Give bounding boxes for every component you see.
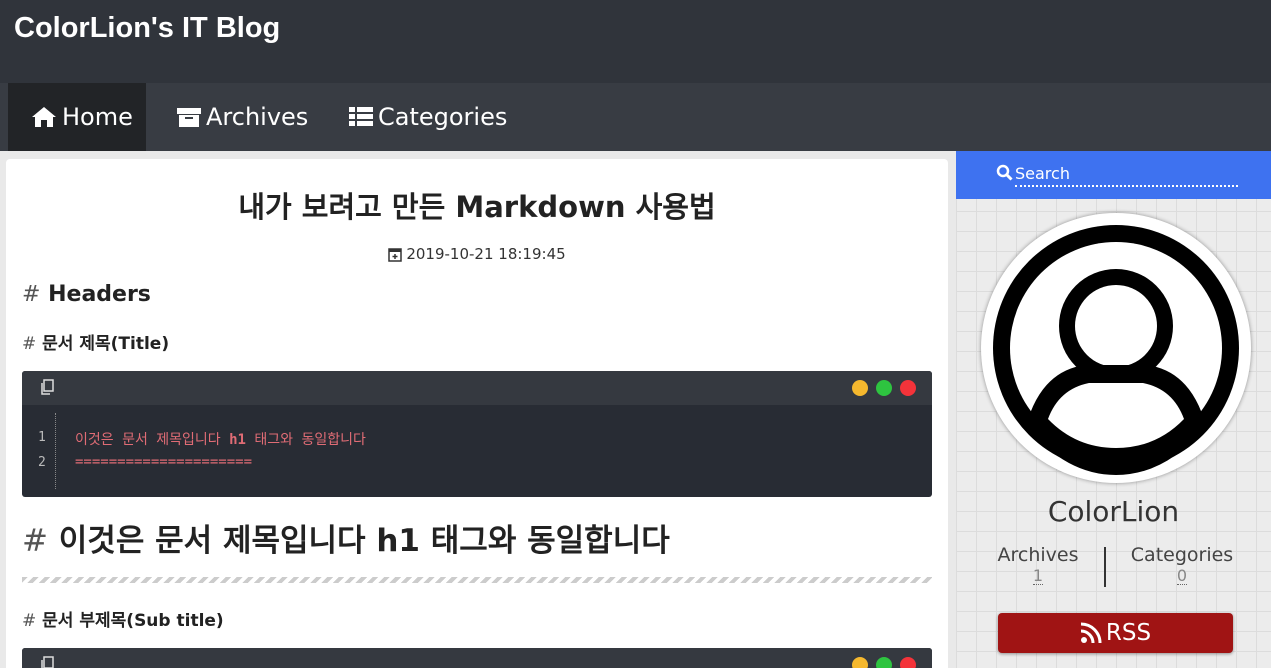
example-h1: # 이것은 문서 제목입니다 h1 태그와 동일합니다 bbox=[22, 515, 670, 560]
rss-icon bbox=[1080, 622, 1102, 644]
subheading-title-label: 문서 제목 bbox=[42, 334, 111, 354]
nav-archives[interactable]: Archives bbox=[176, 83, 308, 151]
section-heading-headers: # Headers bbox=[22, 282, 151, 307]
code-text: 태그와 동일합니다 bbox=[245, 432, 366, 448]
stat-categories-count: 0 bbox=[1176, 566, 1188, 585]
search-icon[interactable] bbox=[996, 164, 1013, 181]
stat-archives-label: Archives bbox=[997, 544, 1079, 566]
post-card: 내가 보려고 만든 Markdown 사용법 2019-10-21 18:19:… bbox=[6, 159, 948, 668]
code-block bbox=[22, 648, 932, 668]
subheading-subtitle-label: 문서 부제목 bbox=[42, 611, 127, 631]
site-title[interactable]: ColorLion's IT Blog bbox=[14, 12, 280, 45]
heading-anchor[interactable]: # bbox=[22, 611, 36, 631]
code-line: 이것은 문서 제목입니다 h1 태그와 동일합니다 bbox=[75, 429, 366, 449]
code-body: 1 2 이것은 문서 제목입니다 h1 태그와 동일합니다 ==========… bbox=[22, 405, 932, 497]
main-nav: Home Archives Categories bbox=[0, 83, 1271, 151]
home-icon bbox=[32, 107, 56, 127]
stat-categories[interactable]: Categories 0 bbox=[1112, 544, 1252, 585]
code-toolbar bbox=[22, 648, 932, 668]
divider bbox=[22, 577, 932, 583]
nav-home[interactable]: Home bbox=[8, 83, 146, 151]
nav-categories[interactable]: Categories bbox=[348, 83, 507, 151]
copy-icon[interactable] bbox=[40, 656, 54, 668]
stat-divider bbox=[1104, 547, 1106, 587]
stat-archives[interactable]: Archives 1 bbox=[968, 544, 1108, 585]
site-header: ColorLion's IT Blog bbox=[0, 0, 1271, 83]
subheading-title-suffix: (Title) bbox=[110, 334, 170, 354]
nav-categories-label: Categories bbox=[378, 103, 508, 131]
rss-label: RSS bbox=[1105, 620, 1152, 646]
avatar bbox=[981, 213, 1251, 483]
post-title: 내가 보려고 만든 Markdown 사용법 bbox=[238, 190, 716, 224]
dot-red bbox=[900, 657, 916, 668]
search-input[interactable] bbox=[1015, 161, 1238, 187]
dot-yellow bbox=[852, 380, 868, 396]
post-date-text: 2019-10-21 18:19:45 bbox=[406, 245, 566, 263]
calendar-plus-icon bbox=[388, 247, 403, 262]
archive-icon bbox=[177, 108, 201, 127]
code-line: ===================== bbox=[75, 454, 253, 470]
dot-green bbox=[876, 657, 892, 668]
user-circle-icon bbox=[993, 225, 1239, 475]
author-name: ColorLion bbox=[1047, 495, 1180, 528]
heading-anchor[interactable]: # bbox=[22, 282, 40, 307]
code-toolbar bbox=[22, 371, 932, 405]
nav-home-label: Home bbox=[62, 103, 133, 131]
dot-green bbox=[876, 380, 892, 396]
stat-categories-label: Categories bbox=[1130, 544, 1234, 566]
code-block: 1 2 이것은 문서 제목입니다 h1 태그와 동일합니다 ==========… bbox=[22, 371, 932, 497]
table-list-icon bbox=[349, 107, 373, 126]
code-tag: h1 bbox=[229, 432, 246, 448]
sidebar: ColorLion Archives 1 Categories 0 RSS bbox=[956, 151, 1271, 668]
nav-archives-label: Archives bbox=[206, 103, 309, 131]
dot-red bbox=[900, 380, 916, 396]
stat-archives-count: 1 bbox=[1032, 566, 1044, 585]
copy-icon[interactable] bbox=[40, 379, 54, 396]
subheading-title: # 문서 제목(Title) bbox=[22, 329, 169, 354]
subheading-subtitle: # 문서 부제목(Sub title) bbox=[22, 606, 224, 631]
window-dots bbox=[852, 657, 916, 668]
heading-anchor[interactable]: # bbox=[22, 523, 48, 559]
rss-button[interactable]: RSS bbox=[998, 613, 1233, 653]
example-h1-text: 이것은 문서 제목입니다 h1 태그와 동일합니다 bbox=[58, 523, 670, 559]
subheading-subtitle-suffix: (Sub title) bbox=[126, 611, 224, 631]
heading-anchor[interactable]: # bbox=[22, 334, 36, 354]
code-text: 이것은 문서 제목입니다 bbox=[75, 432, 230, 448]
dot-yellow bbox=[852, 657, 868, 668]
search-bar bbox=[956, 151, 1271, 199]
line-number-gutter: 1 2 bbox=[22, 413, 56, 489]
line-number: 1 bbox=[38, 430, 46, 445]
window-dots bbox=[852, 380, 916, 396]
section-heading-text: Headers bbox=[48, 282, 151, 307]
line-number: 2 bbox=[38, 455, 46, 470]
post-date: 2019-10-21 18:19:45 bbox=[6, 245, 948, 263]
